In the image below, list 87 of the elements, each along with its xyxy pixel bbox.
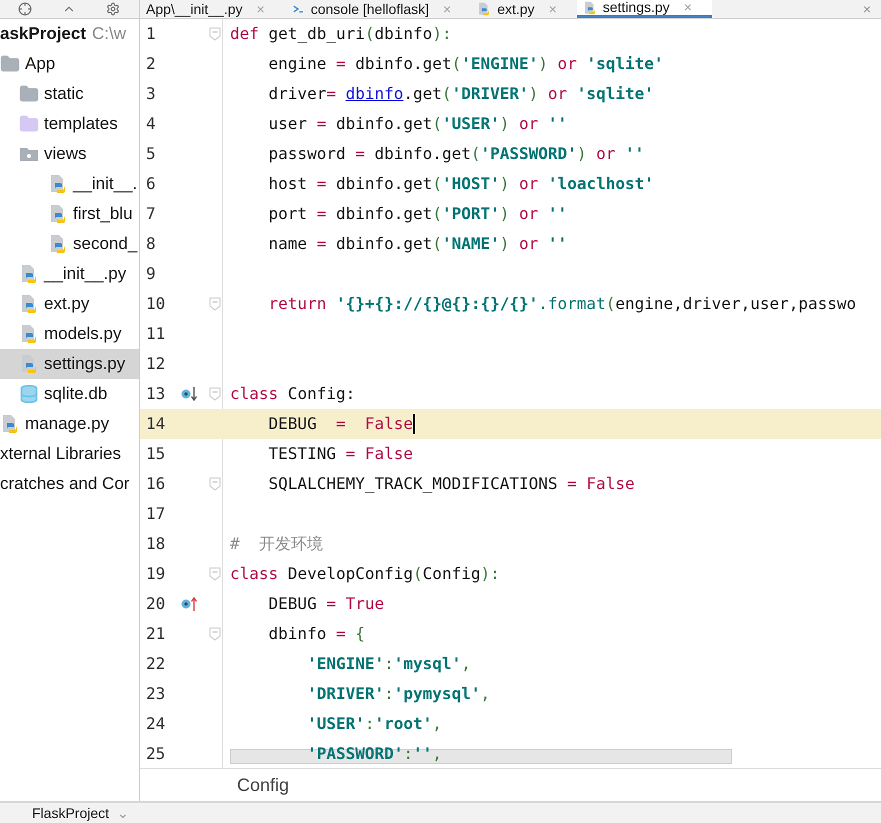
tree-item[interactable]: second_: [0, 229, 139, 259]
project-name[interactable]: askProject: [0, 21, 86, 47]
python-file-icon: [19, 294, 39, 314]
line-number: 3: [145, 83, 157, 105]
line-number: 17: [145, 503, 166, 525]
line-number: 21: [145, 623, 166, 645]
overrides-up-icon[interactable]: [181, 596, 199, 612]
tree-item[interactable]: views: [0, 139, 139, 169]
code-line: DEBUG = False: [268, 413, 414, 435]
line-number: 20: [145, 593, 166, 615]
editor-tab[interactable]: ext.py ×: [471, 0, 577, 18]
editor-tab[interactable]: App\__init__.py ×: [140, 0, 285, 18]
python-file-icon: [48, 204, 68, 224]
horizontal-scrollbar[interactable]: [230, 749, 732, 764]
line-number: 13: [145, 383, 166, 405]
code-line: TESTING = False: [268, 443, 414, 465]
line-number: 22: [145, 653, 166, 675]
line-number: 2: [145, 53, 157, 75]
line-number: 11: [145, 323, 166, 345]
code-line: dbinfo = {: [268, 623, 365, 645]
editor-tab[interactable]: console [helloflask] ×: [284, 0, 472, 18]
code-line: name = dbinfo.get('NAME') or '': [268, 233, 568, 255]
line-number: 19: [145, 563, 166, 585]
code-line: 'DRIVER':'pymysql',: [306, 683, 490, 705]
line-number: 9: [145, 263, 157, 285]
tree-item[interactable]: settings.py: [0, 349, 139, 379]
tree-item[interactable]: first_blu: [0, 199, 139, 229]
tree-item[interactable]: xternal Libraries: [0, 439, 139, 469]
line-number: 25: [145, 743, 166, 765]
tree-item[interactable]: __init__.py: [0, 259, 139, 289]
code-line: user = dbinfo.get('USER') or '': [268, 113, 568, 135]
run-tab[interactable]: FlaskProject ⌄: [0, 802, 130, 823]
tree-item[interactable]: sqlite.db: [0, 379, 139, 409]
code-line: return '{}+{}://{}@{}:{}/{}'.format(engine,driver,user,passwo: [268, 293, 856, 315]
target-icon[interactable]: [18, 2, 32, 16]
tree-item[interactable]: cratches and Cor: [0, 469, 139, 499]
database-icon: [19, 384, 39, 404]
line-number: 1: [145, 23, 157, 45]
line-number: 16: [145, 473, 166, 495]
code-line: DEBUG = True: [268, 593, 384, 615]
code-line: class DevelopConfig(Config):: [230, 563, 500, 585]
python-file-icon: [48, 234, 68, 254]
override-down-icon[interactable]: [181, 386, 199, 402]
folder-icon: [19, 84, 39, 104]
code-line: 'USER':'root',: [306, 713, 442, 735]
code-line: port = dbinfo.get('PORT') or '': [268, 203, 568, 225]
python-file-icon: [19, 264, 39, 284]
tree-item[interactable]: templates: [0, 109, 139, 139]
text-cursor: [413, 414, 416, 434]
line-number: 6: [145, 173, 157, 195]
code-line: password = dbinfo.get('PASSWORD') or '': [268, 143, 644, 165]
line-number: 15: [145, 443, 166, 465]
code-line: 'ENGINE':'mysql',: [306, 653, 471, 675]
code-line: driver= dbinfo.get('DRIVER') or 'sqlite': [268, 83, 654, 105]
python-file-icon: [19, 354, 39, 374]
tree-item[interactable]: App: [0, 49, 139, 79]
code-line: def get_db_uri(dbinfo):: [230, 23, 452, 45]
code-line: host = dbinfo.get('HOST') or 'loaclhost': [268, 173, 654, 195]
tree-item[interactable]: ext.py: [0, 289, 139, 319]
line-number: 23: [145, 683, 166, 705]
code-line: SQLALCHEMY_TRACK_MODIFICATIONS = False: [268, 473, 635, 495]
python-file-icon: [19, 324, 39, 344]
code-line: engine = dbinfo.get('ENGINE') or 'sqlite': [268, 53, 664, 75]
code-line: class Config:: [230, 383, 356, 405]
code-line: 'PASSWORD':'',: [306, 743, 442, 765]
line-number: 18: [145, 533, 166, 555]
folder-icon: [0, 54, 20, 74]
project-path: C:\w: [92, 23, 126, 46]
line-number: 7: [145, 203, 157, 225]
tree-item[interactable]: manage.py: [0, 409, 139, 439]
python-file-icon: [582, 0, 597, 14]
tree-item[interactable]: models.py: [0, 319, 139, 349]
editor-tab[interactable]: settings.py ×: [576, 0, 712, 18]
line-number: 14: [145, 413, 166, 435]
line-number: 8: [145, 233, 157, 255]
line-number: 12: [145, 353, 166, 375]
breadcrumb[interactable]: Config: [237, 772, 290, 798]
line-number: 5: [145, 143, 157, 165]
line-number: 10: [145, 293, 166, 315]
line-number: 4: [145, 113, 157, 135]
line-number: 24: [145, 713, 166, 735]
folder-icon: [19, 114, 39, 134]
tree-item[interactable]: __init__.: [0, 169, 139, 199]
code-comment: # 开发环境: [230, 533, 323, 555]
settings-icon[interactable]: [106, 2, 120, 16]
tree-item[interactable]: static: [0, 79, 139, 109]
python-file-icon: [48, 174, 68, 194]
